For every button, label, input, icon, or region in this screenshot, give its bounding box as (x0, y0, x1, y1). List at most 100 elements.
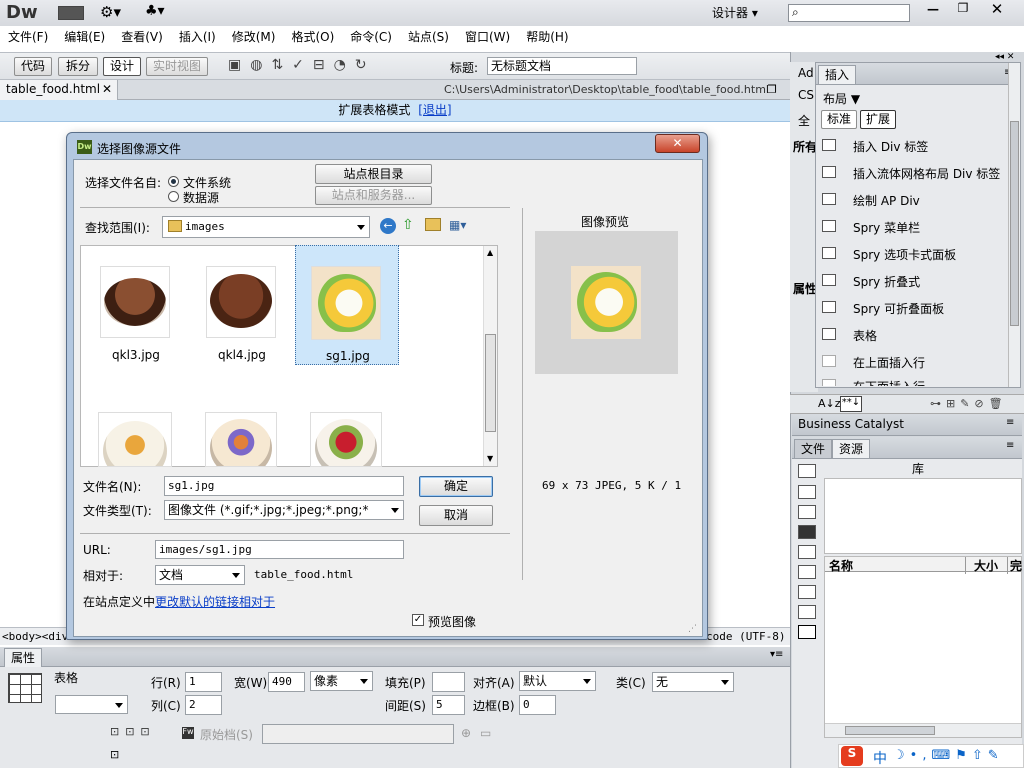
menu-help[interactable]: 帮助(H) (526, 30, 568, 44)
file-item-6[interactable] (310, 412, 382, 467)
site-icon[interactable]: ♣▾ (145, 3, 165, 19)
radio-data-source-label[interactable]: 数据源 (183, 189, 219, 206)
library-book-icon[interactable] (798, 625, 816, 639)
stub-a[interactable]: Ad (798, 66, 814, 80)
ok-button[interactable]: 确定 (419, 476, 493, 497)
relative-select[interactable]: 文档 (155, 565, 245, 585)
close-tab-icon[interactable]: ✕ (102, 82, 112, 96)
stub-d[interactable]: 所有 (793, 138, 817, 155)
menu-modify[interactable]: 修改(M) (232, 30, 276, 44)
split-view-button[interactable]: 拆分 (58, 57, 98, 76)
width-input[interactable]: 490 (268, 672, 305, 692)
menu-site[interactable]: 站点(S) (408, 30, 449, 44)
insert-item-spry-accordion[interactable]: Spry 折叠式 (820, 267, 1010, 294)
tag-selector[interactable]: <body><div (2, 630, 68, 643)
back-icon[interactable]: ← (380, 218, 396, 234)
media-asset-icon[interactable] (798, 545, 816, 559)
view-menu-icon[interactable]: ▦▾ (449, 218, 466, 232)
show-set-icon[interactable]: **↓ (840, 396, 862, 412)
expanded-mode-button[interactable]: 扩展 (860, 110, 896, 129)
border-input[interactable]: 0 (519, 695, 556, 715)
menu-window[interactable]: 窗口(W) (465, 30, 510, 44)
menu-view[interactable]: 查看(V) (121, 30, 163, 44)
width-unit-select[interactable]: 像素 (310, 671, 373, 691)
preview-checkbox[interactable]: ✓ (412, 614, 424, 626)
live-view-button[interactable]: 实时视图 (146, 57, 208, 76)
insert-item-ap-div[interactable]: 绘制 AP Div (820, 186, 1010, 213)
insert-category-select[interactable]: 布局 ▼ (823, 90, 860, 107)
standard-mode-button[interactable]: 标准 (821, 110, 857, 129)
col-full[interactable]: 完 (1007, 557, 1022, 574)
urls-asset-icon[interactable] (798, 505, 816, 519)
insert-item-spry-menubar[interactable]: Spry 菜单栏 (820, 213, 1010, 240)
properties-tab[interactable]: 属性 (4, 648, 43, 667)
site-server-button[interactable]: 站点和服务器... (315, 186, 432, 205)
url-input[interactable]: images/sg1.jpg (155, 540, 404, 559)
padding-input[interactable] (432, 672, 465, 692)
scroll-up-icon[interactable]: ▲ (487, 248, 493, 257)
preview-checkbox-label[interactable]: 预览图像 (428, 613, 476, 630)
close-button[interactable]: ✕ (982, 0, 1012, 18)
assets-tab[interactable]: 资源 (832, 439, 871, 458)
menu-format[interactable]: 格式(O) (291, 30, 334, 44)
templates-asset-icon[interactable] (798, 585, 816, 599)
site-root-button[interactable]: 站点根目录 (315, 164, 432, 184)
scripts-asset-icon[interactable] (798, 565, 816, 579)
business-catalyst-header[interactable]: Business Catalyst ≡ (792, 414, 1022, 436)
stub-c[interactable]: 全 (798, 112, 810, 129)
toolbar-icons[interactable]: ▣◍⇅✓⊟◔↻ (228, 57, 376, 73)
sort-az-icon[interactable]: A↓z (818, 397, 841, 410)
insert-tab[interactable]: 插入 (818, 65, 857, 84)
stub-e[interactable]: 属性 (793, 280, 817, 297)
scroll-thumb[interactable] (485, 334, 496, 432)
col-size[interactable]: 大小 (965, 557, 998, 574)
minimize-button[interactable]: — (920, 2, 946, 20)
file-item-5[interactable] (205, 412, 277, 467)
banner-exit-link[interactable]: [退出] (418, 103, 451, 117)
assets-menu-icon[interactable]: ≡ (1006, 440, 1014, 451)
cols-input[interactable]: 2 (185, 695, 222, 715)
lookin-select[interactable]: images (162, 216, 370, 238)
insert-item-div[interactable]: 插入 Div 标签 (820, 132, 1010, 159)
layout-icon[interactable] (58, 6, 84, 20)
filetype-select[interactable]: 图像文件 (*.gif;*.jpg;*.jpeg;*.png;* (164, 500, 404, 520)
table-tool-icons[interactable]: ⊡⊡⊡ (110, 725, 156, 738)
dialog-close-button[interactable]: ✕ (655, 134, 700, 153)
rows-input[interactable]: 1 (185, 672, 222, 692)
menu-commands[interactable]: 命令(C) (350, 30, 392, 44)
library-asset-icon[interactable] (798, 605, 816, 619)
table-id-select[interactable] (55, 695, 128, 714)
radio-file-system[interactable] (168, 176, 179, 187)
right-dock-collapse[interactable]: ◂◂ ✕ (995, 52, 1014, 62)
cancel-button[interactable]: 取消 (419, 505, 493, 526)
insert-item-spry-collapsible[interactable]: Spry 可折叠面板 (820, 294, 1010, 321)
files-tab[interactable]: 文件 (794, 439, 833, 458)
fireworks-icon[interactable]: Fw (182, 727, 194, 739)
change-default-link[interactable]: 更改默认的链接相对于 (155, 595, 275, 609)
menu-file[interactable]: 文件(F) (8, 30, 48, 44)
library-hscroll[interactable] (825, 723, 1021, 737)
document-tab[interactable]: table_food.html ✕ (0, 80, 118, 100)
col-name[interactable]: 名称 (829, 557, 853, 574)
new-folder-icon[interactable] (425, 218, 441, 231)
src-input[interactable] (262, 724, 454, 744)
radio-data-source[interactable] (168, 191, 179, 202)
class-select[interactable]: 无 (652, 672, 734, 692)
bc-menu-icon[interactable]: ≡ (1006, 417, 1014, 428)
menu-edit[interactable]: 编辑(E) (64, 30, 105, 44)
ime-tool-icons[interactable]: ☽•,⌨⚑⇧✎ (893, 748, 1004, 763)
file-item-sg1[interactable]: sg1.jpg (295, 245, 399, 365)
file-item-4[interactable] (98, 412, 172, 467)
insert-item-spry-tabbed[interactable]: Spry 选项卡式面板 (820, 240, 1010, 267)
stub-b[interactable]: CS (798, 88, 814, 102)
align-select[interactable]: 默认 (519, 671, 596, 691)
panel-menu-icon[interactable]: ▾≡ (770, 649, 783, 660)
swf-asset-icon[interactable] (798, 525, 816, 539)
gear-icon[interactable]: ⚙▾ (100, 3, 121, 21)
resize-grip-icon[interactable]: ⋰ (688, 624, 697, 634)
images-asset-icon[interactable] (798, 464, 816, 478)
css-action-icons[interactable]: ⊶⊞✎⊘🗑 (930, 397, 1008, 410)
browse-folder-icon[interactable]: ▭ (480, 726, 491, 740)
code-view-button[interactable]: 代码 (14, 57, 52, 76)
file-browser-scrollbar[interactable]: ▲ ▼ (483, 246, 497, 466)
